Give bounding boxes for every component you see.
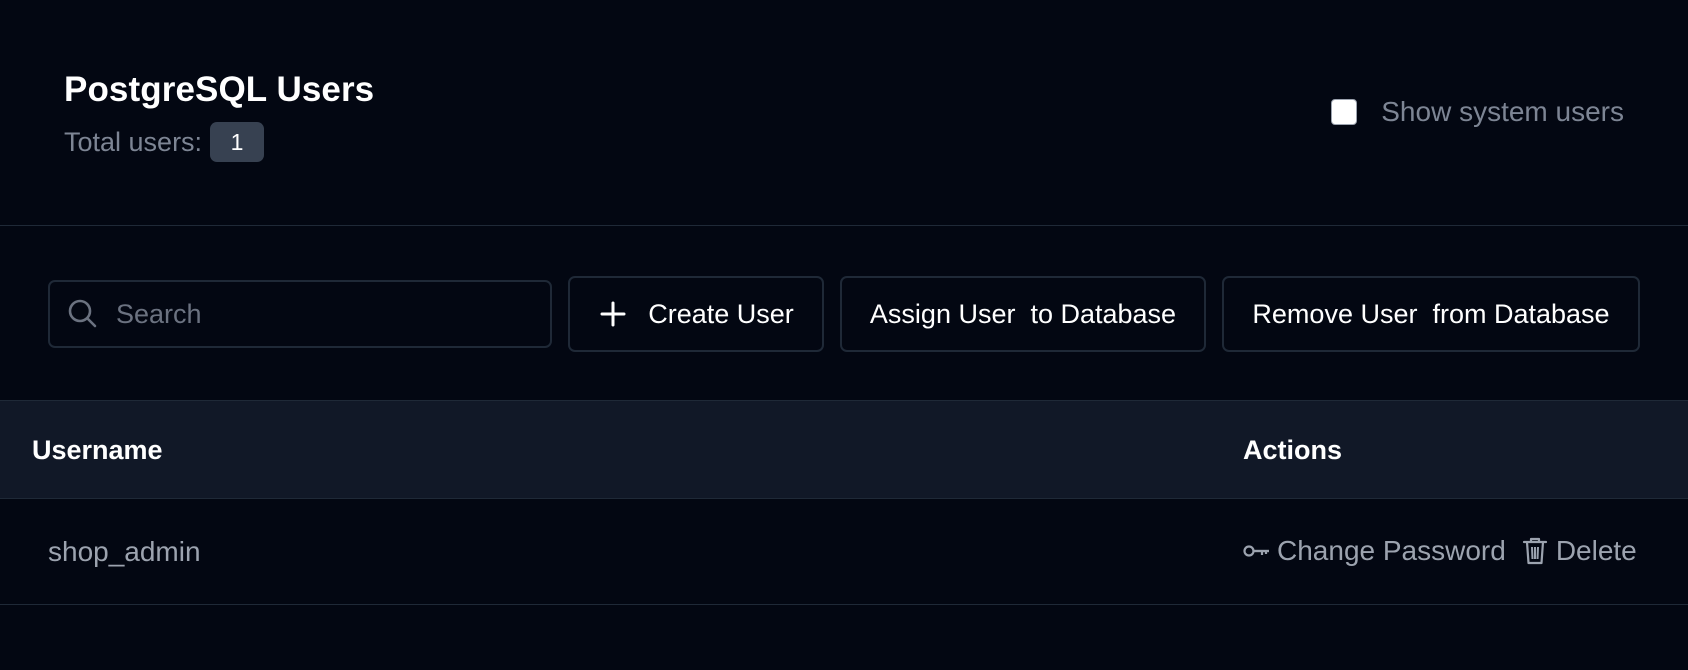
table-header: Username Actions: [0, 400, 1688, 499]
trash-icon: [1522, 536, 1548, 566]
show-system-users-toggle[interactable]: Show system users: [1331, 96, 1624, 128]
show-system-users-label[interactable]: Show system users: [1381, 96, 1624, 128]
page-header: PostgreSQL Users Total users: 1 Show sys…: [0, 0, 1688, 226]
total-users-label: Total users:: [64, 126, 203, 157]
column-header-actions: Actions: [1243, 435, 1343, 465]
create-user-label: Create User: [648, 298, 794, 329]
plus-icon: [598, 299, 628, 329]
search-box[interactable]: [48, 280, 552, 348]
key-icon: [1243, 541, 1271, 561]
assign-user-button[interactable]: Assign User to Database: [840, 276, 1206, 352]
row-actions: Change Password Delete: [1243, 531, 1637, 571]
search-input[interactable]: [114, 297, 538, 331]
table-row: shop_admin Change Password Delete: [0, 499, 1688, 605]
assign-user-label: Assign User to Database: [869, 298, 1177, 329]
create-user-button[interactable]: Create User: [568, 276, 824, 352]
remove-user-button[interactable]: Remove User from Database: [1222, 276, 1640, 352]
total-users: Total users: 1: [64, 122, 265, 162]
change-password-link[interactable]: Change Password: [1243, 535, 1506, 567]
users-page: PostgreSQL Users Total users: 1 Show sys…: [0, 0, 1688, 670]
page-title: PostgreSQL Users: [64, 70, 375, 109]
delete-link[interactable]: Delete: [1506, 535, 1637, 567]
show-system-users-checkbox[interactable]: [1331, 99, 1358, 125]
remove-user-label: Remove User from Database: [1252, 298, 1610, 329]
username-cell: shop_admin: [48, 536, 201, 567]
search-icon: [66, 297, 100, 331]
change-password-label: Change Password: [1277, 535, 1506, 566]
delete-label: Delete: [1555, 535, 1637, 566]
toolbar: Create User Assign User to Database Remo…: [48, 276, 1640, 352]
column-header-username: Username: [32, 435, 163, 465]
user-count-badge: 1: [210, 122, 265, 162]
